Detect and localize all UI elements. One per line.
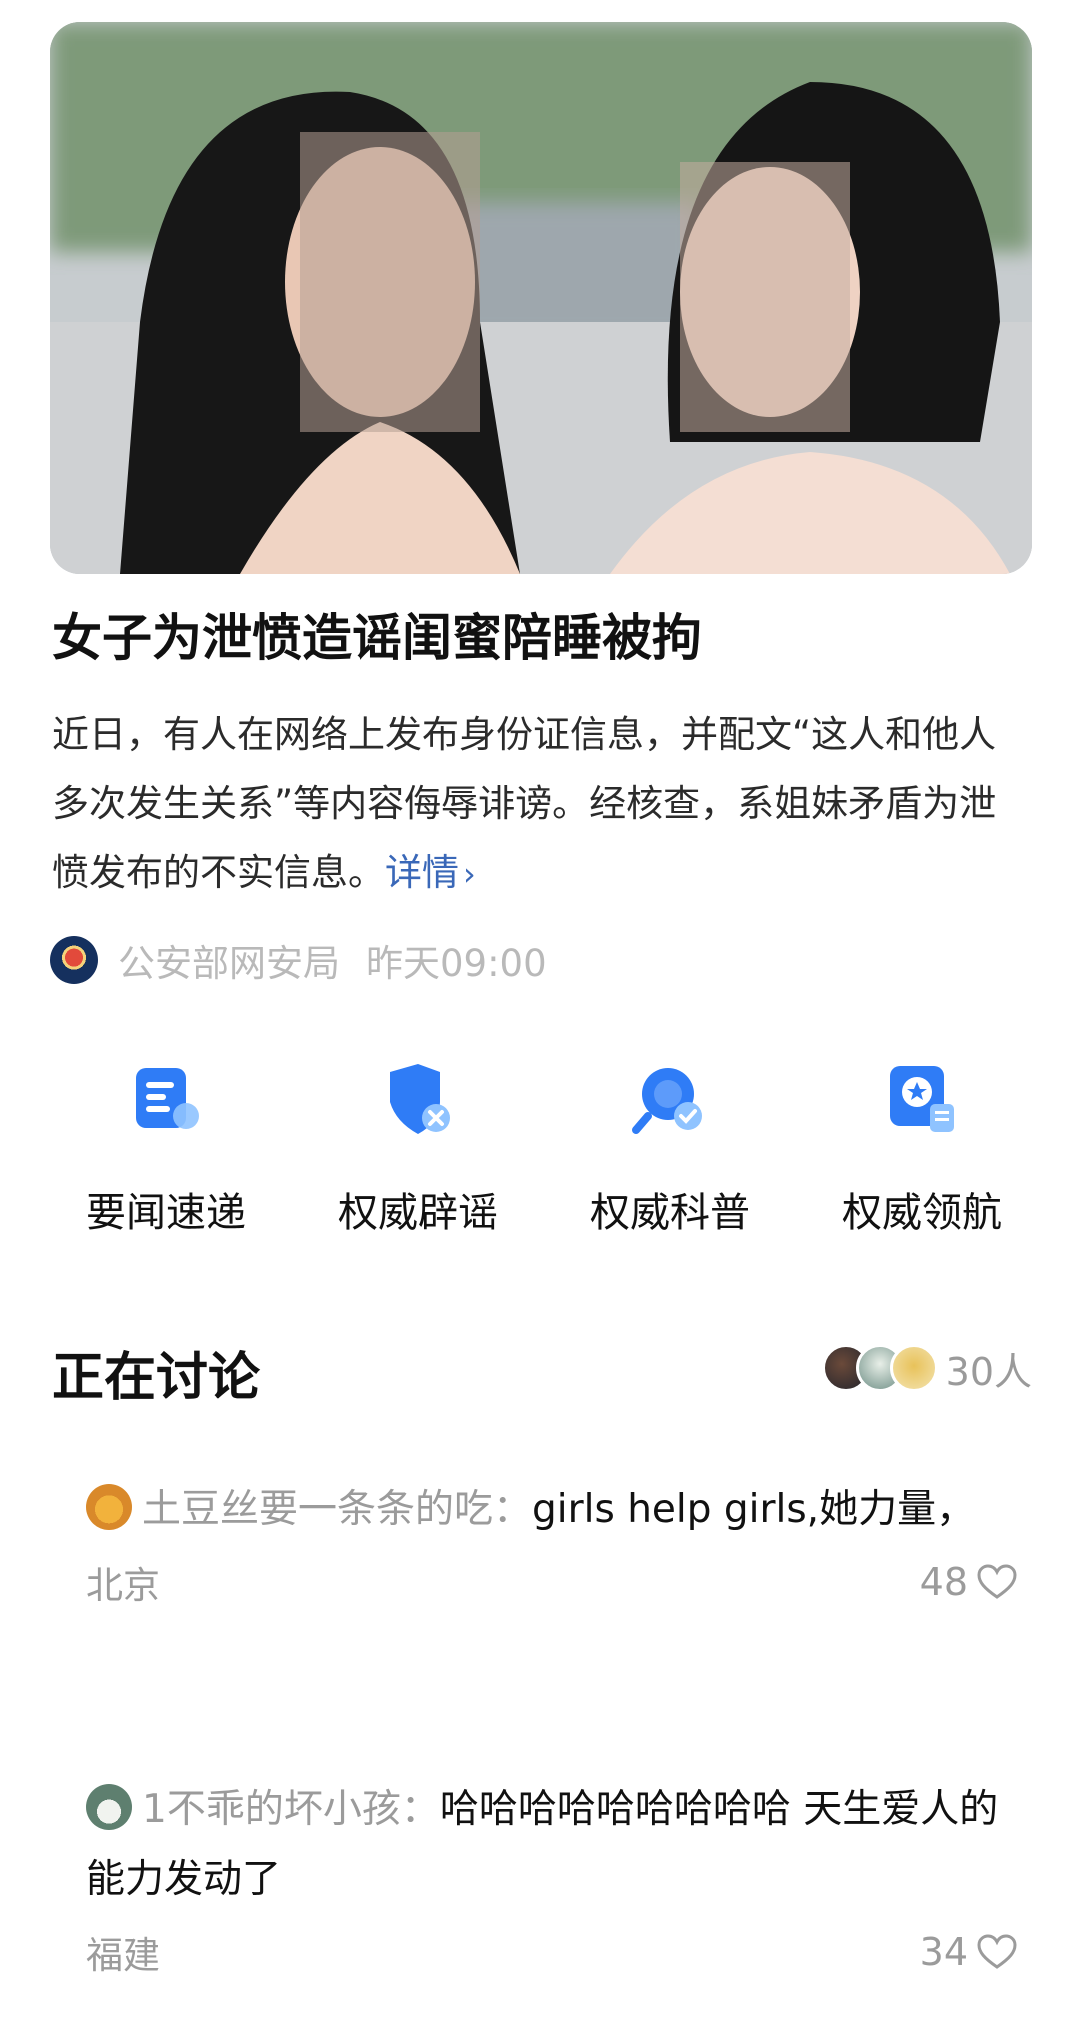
badge-star-icon [890,1066,954,1132]
article-headline[interactable]: 女子为泄愤造谣闺蜜陪睡被拘 [52,608,1032,668]
article-source: 公安部网安局 昨天09:00 [50,935,547,985]
detail-link[interactable]: 详情 › [385,851,476,894]
shortcut-label: 要闻速递 [86,1190,246,1236]
magnifier-check-icon [632,1068,702,1134]
comment-location: 福建 [86,1934,160,1977]
publish-time: 昨天09:00 [366,942,547,985]
source-name[interactable]: 公安部网安局 [118,933,340,987]
shortcut-guide[interactable]: 权威领航 [796,1060,1048,1238]
chevron-right-icon: › [463,855,476,893]
like-button[interactable]: 34 [920,1930,1018,1974]
detail-link-label[interactable]: 详情 [385,851,459,894]
comment-meta: 福建 34 [86,1925,1017,1979]
comment-body: 土豆丝要一条条的吃：girls help girls,她力量， [86,1475,1006,1545]
shortcut-rumor[interactable]: 权威辟谣 [292,1060,544,1238]
shortcut-row: 要闻速递 权威辟谣 权威科普 权威领航 [40,1060,1050,1238]
comment-username[interactable]: 1不乖的坏小孩： [142,1787,440,1832]
comment-item[interactable]: 1不乖的坏小孩：哈哈哈哈哈哈哈哈哈 天生爱人的能力发动了 福建 34 [86,1775,1017,1979]
avatar[interactable] [86,1784,132,1830]
comment-location: 北京 [86,1564,160,1607]
heart-icon [977,1564,1017,1599]
news-doc-icon [136,1068,199,1129]
shortcut-science[interactable]: 权威科普 [544,1060,796,1238]
shortcut-label: 权威领航 [842,1190,1002,1236]
participant-count: 30人 [945,1349,1032,1394]
shield-x-icon [390,1064,450,1134]
shortcut-news[interactable]: 要闻速递 [40,1060,292,1238]
discussion-title: 正在讨论 [52,1348,261,1408]
avatar [889,1344,938,1392]
summary-text: 近日，有人在网络上发布身份证信息，并配文“这人和他人多次发生关系”等内容侮辱诽谤… [52,713,997,894]
participants-summary[interactable]: 30人 [821,1340,1032,1396]
comment-text: girls help girls,她力量， [532,1487,976,1532]
like-button[interactable]: 48 [920,1560,1018,1604]
shortcut-label: 权威科普 [590,1190,750,1236]
comment-username[interactable]: 土豆丝要一条条的吃： [142,1487,532,1532]
like-count: 48 [919,1560,968,1604]
article-summary: 近日，有人在网络上发布身份证信息，并配文“这人和他人多次发生关系”等内容侮辱诽谤… [52,700,1027,909]
police-emblem-icon[interactable] [50,936,98,984]
comment-item[interactable]: 土豆丝要一条条的吃：girls help girls,她力量， 北京 48 [86,1475,1017,1609]
avatar[interactable] [86,1484,132,1530]
comment-meta: 北京 48 [86,1555,1017,1609]
shortcut-label: 权威辟谣 [338,1190,498,1236]
heart-icon [977,1934,1017,1969]
comment-body: 1不乖的坏小孩：哈哈哈哈哈哈哈哈哈 天生爱人的能力发动了 [86,1775,1006,1915]
article-hero-image[interactable] [50,22,1032,574]
like-count: 34 [919,1930,968,1974]
